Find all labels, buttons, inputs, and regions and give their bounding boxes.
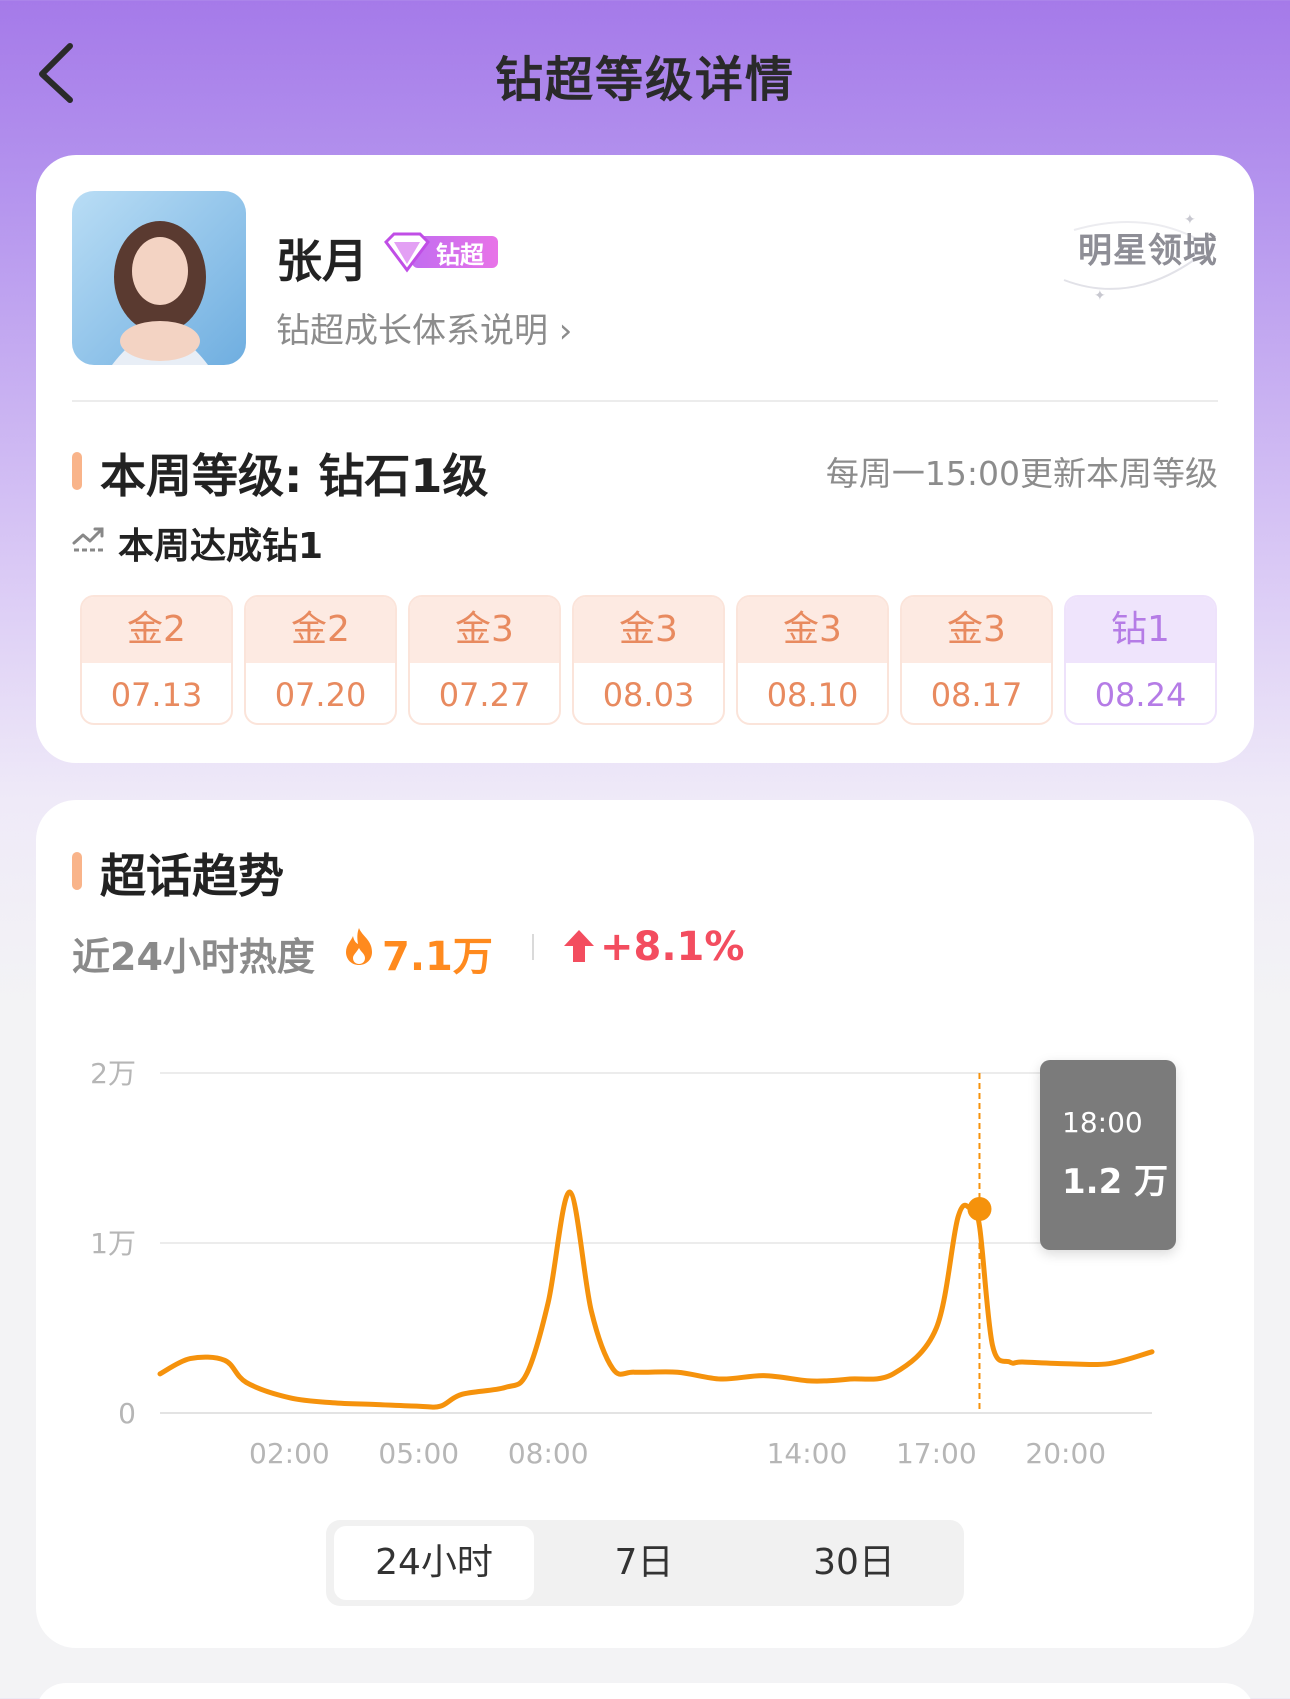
page-title: 钻超等级详情 — [494, 52, 795, 108]
y-tick-label: 1万 — [90, 1227, 136, 1260]
tab-30d[interactable]: 30日 — [754, 1526, 954, 1600]
divider — [72, 400, 1218, 402]
tab-7d[interactable]: 7日 — [544, 1526, 744, 1600]
next-card — [36, 1683, 1254, 1699]
x-tick-label: 08:00 — [508, 1437, 589, 1470]
badge-label: 钻超 — [436, 241, 484, 269]
x-tick-label: 02:00 — [249, 1437, 330, 1470]
achievement-text: 本周达成钻1 — [118, 526, 324, 567]
x-tick-label: 14:00 — [767, 1437, 848, 1470]
week-item: 金3 08.10 — [736, 595, 889, 725]
heat-label: 近24小时热度 — [72, 935, 315, 979]
week-date: 07.20 — [274, 676, 367, 714]
week-date: 07.13 — [110, 676, 203, 714]
week-item: 金2 07.20 — [244, 595, 397, 725]
chevron-right-icon: › — [548, 311, 573, 351]
user-name: 张月 — [276, 234, 368, 288]
y-tick-label: 2万 — [90, 1057, 136, 1090]
highlight-point — [967, 1197, 992, 1221]
week-level: 金3 — [410, 597, 559, 663]
weekly-levels: 金2 07.13 金2 07.20 金3 07.27 金3 08.03 金3 0… — [80, 595, 1217, 725]
week-date: 08.10 — [766, 676, 859, 714]
week-item: 金3 08.03 — [572, 595, 725, 725]
week-level: 金3 — [902, 597, 1051, 663]
week-item-current: 钻1 08.24 — [1064, 595, 1217, 725]
week-level: 钻1 — [1066, 597, 1215, 663]
y-tick-label: 0 — [118, 1397, 136, 1430]
arrow-up-icon — [564, 930, 594, 962]
week-item: 金3 08.17 — [900, 595, 1053, 725]
section-marker — [72, 452, 82, 490]
x-tick-label: 20:00 — [1025, 1437, 1106, 1470]
separator — [532, 934, 534, 960]
growth-system-link[interactable]: 钻超成长体系说明 › — [276, 303, 572, 352]
week-date: 08.03 — [602, 676, 695, 714]
week-item: 金2 07.13 — [80, 595, 233, 725]
heat-change: +8.1% — [600, 924, 745, 970]
update-note: 每周一15:00更新本周等级 — [825, 454, 1218, 493]
week-date: 08.17 — [930, 676, 1023, 714]
trend-card: 超话趋势 近24小时热度 7.1万 +8.1% 0 1万 2万 02:00 05:00 0… — [36, 800, 1254, 1648]
growth-link-label: 钻超成长体系说明 — [276, 311, 548, 351]
x-tick-label: 05:00 — [378, 1437, 459, 1470]
week-level: 金3 — [738, 597, 887, 663]
domain-label: 明星领域 — [1078, 231, 1218, 271]
svg-text:✦: ✦ — [1094, 288, 1106, 300]
avatar[interactable] — [72, 191, 246, 365]
tooltip-value: 1.2 万 — [1062, 1162, 1169, 1202]
range-selector: 24小时 7日 30日 — [326, 1520, 964, 1606]
week-level: 金2 — [246, 597, 395, 663]
trend-up-icon — [72, 527, 104, 552]
week-date: 07.27 — [438, 676, 531, 714]
heat-value: 7.1万 — [382, 934, 493, 980]
week-level: 金2 — [82, 597, 231, 663]
tab-24h[interactable]: 24小时 — [334, 1526, 534, 1600]
tooltip-time: 18:00 — [1062, 1106, 1143, 1139]
header-bar: 钻超等级详情 — [0, 0, 1290, 150]
week-item: 金3 07.27 — [408, 595, 561, 725]
level-card: 张月 钻超 钻超成长体系说明 › ✦ ✦ 明星领域 本周等级: 钻石1级 每周一… — [36, 155, 1254, 763]
week-date: 08.24 — [1094, 676, 1187, 714]
chart-tooltip: 18:00 1.2 万 — [1040, 1060, 1176, 1250]
series-line — [157, 1189, 1155, 1410]
fire-icon — [346, 928, 372, 965]
week-level: 金3 — [574, 597, 723, 663]
weekly-level-title: 本周等级: 钻石1级 — [100, 449, 489, 503]
heat-summary: 近24小时热度 7.1万 +8.1% — [72, 920, 872, 980]
trend-title: 超话趋势 — [100, 849, 284, 903]
section-marker — [72, 852, 82, 890]
x-tick-label: 17:00 — [896, 1437, 977, 1470]
